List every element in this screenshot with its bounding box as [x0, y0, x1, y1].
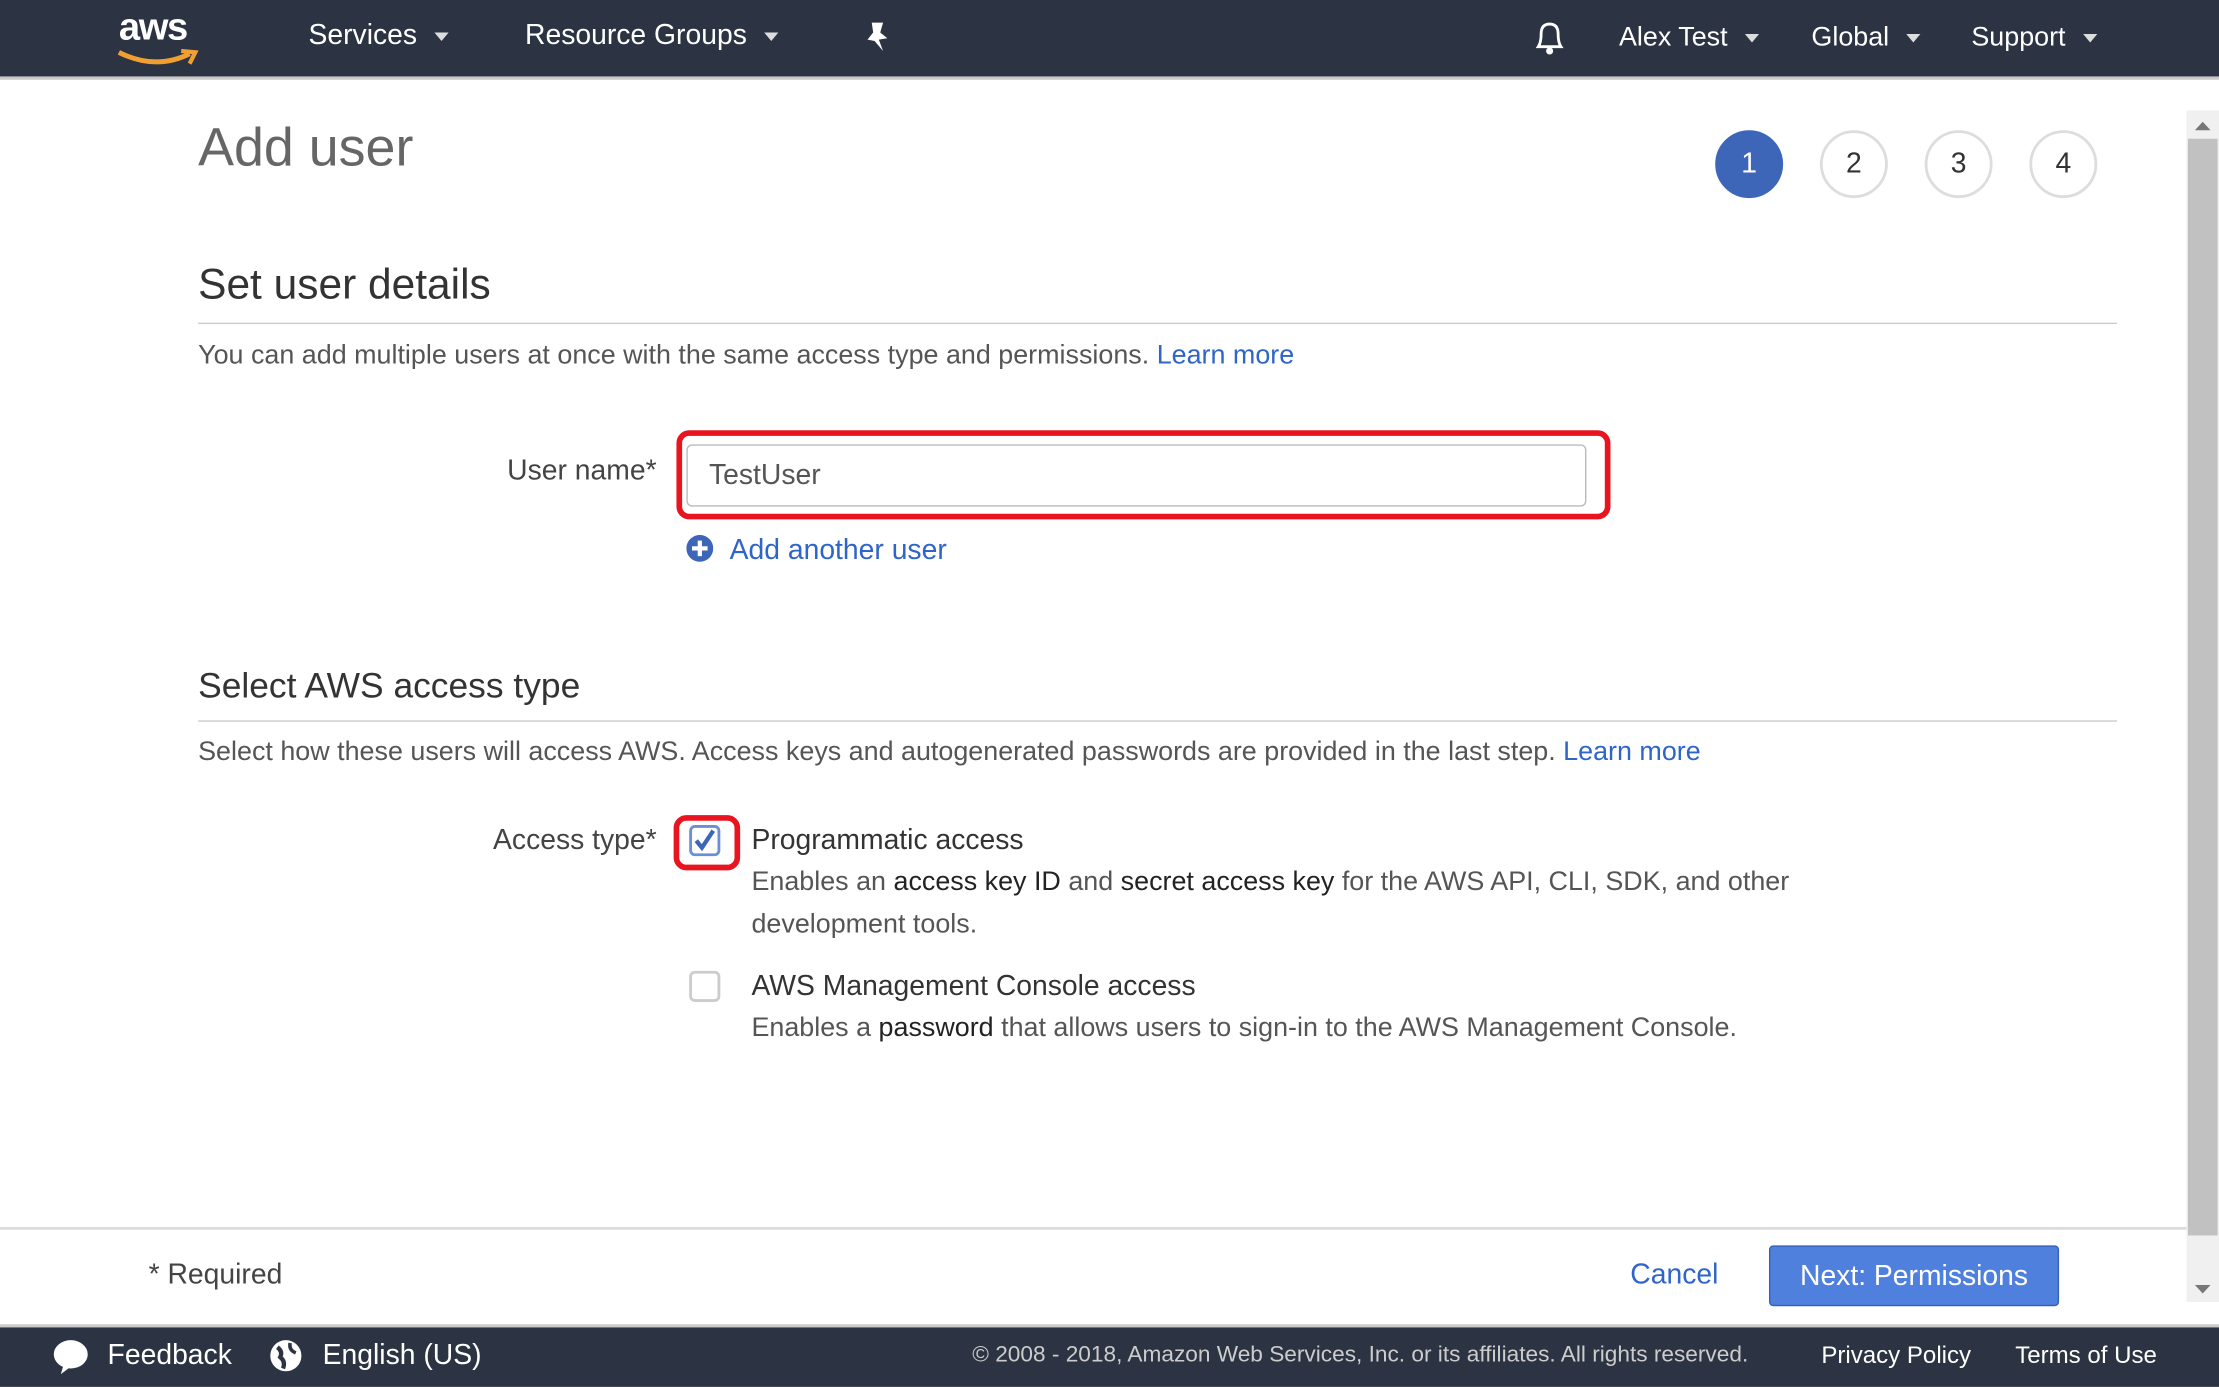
section-heading-details: Set user details — [198, 261, 491, 309]
scrollbar[interactable] — [2186, 110, 2219, 1302]
divider — [198, 720, 2118, 722]
account-label: Alex Test — [1618, 22, 1728, 53]
console-footer: Feedback English (US) © 2008 - 2018, Ama… — [0, 1324, 2219, 1387]
copyright: © 2008 - 2018, Amazon Web Services, Inc.… — [972, 1343, 1749, 1368]
services-menu[interactable]: Services — [309, 20, 449, 53]
console-access-description: Enables a password that allows users to … — [751, 1013, 1737, 1043]
add-another-label: Add another user — [729, 534, 947, 567]
divider — [198, 322, 2118, 325]
chevron-down-icon — [763, 32, 778, 41]
chevron-down-icon — [1906, 33, 1921, 43]
console-access-title: AWS Management Console access — [751, 970, 1196, 1002]
required-note: * Required — [148, 1259, 283, 1291]
scrollbar-thumb[interactable] — [2187, 138, 2218, 1236]
learn-more-link[interactable]: Learn more — [1563, 737, 1701, 767]
section-heading-access: Select AWS access type — [198, 666, 581, 707]
page-title: Add user — [198, 118, 414, 179]
resource-groups-menu[interactable]: Resource Groups — [525, 20, 778, 53]
step-4: 4 — [2029, 130, 2098, 199]
console-access-checkbox[interactable] — [689, 970, 721, 1002]
services-label: Services — [308, 19, 418, 51]
language-selector[interactable]: English (US) — [323, 1340, 482, 1373]
username-label: User name* — [507, 455, 657, 487]
scroll-up-icon[interactable] — [2186, 110, 2219, 138]
step-1: 1 — [1715, 130, 1784, 199]
description-text: You can add multiple users at once with … — [198, 341, 1150, 371]
smile-icon — [117, 48, 199, 65]
terms-of-use-link[interactable]: Terms of Use — [2015, 1342, 2157, 1370]
access-type-label: Access type* — [493, 825, 657, 857]
learn-more-link[interactable]: Learn more — [1157, 341, 1295, 371]
add-another-user-link[interactable]: Add another user — [686, 534, 947, 568]
cancel-button[interactable]: Cancel — [1630, 1260, 1718, 1293]
chevron-down-icon — [434, 32, 449, 41]
support-label: Support — [1971, 22, 2066, 53]
step-2: 2 — [1819, 130, 1888, 199]
privacy-policy-link[interactable]: Privacy Policy — [1821, 1342, 1971, 1370]
globe-icon — [270, 1340, 302, 1372]
chevron-down-icon — [1744, 33, 1759, 43]
description-text: Select how these users will access AWS. … — [198, 737, 1556, 768]
top-nav: aws Services Resource Groups Alex Test G… — [0, 0, 2219, 80]
programmatic-access-checkbox[interactable] — [689, 825, 721, 857]
resource-groups-label: Resource Groups — [525, 19, 747, 51]
bell-icon[interactable] — [1531, 18, 1568, 66]
support-menu[interactable]: Support — [1971, 22, 2097, 54]
region-label: Global — [1811, 22, 1890, 53]
aws-logo[interactable]: aws — [117, 5, 199, 65]
feedback-link[interactable]: Feedback — [108, 1340, 232, 1373]
step-3: 3 — [1924, 130, 1993, 199]
pin-icon[interactable] — [863, 20, 891, 62]
region-menu[interactable]: Global — [1811, 22, 1921, 54]
next-permissions-button[interactable]: Next: Permissions — [1768, 1245, 2060, 1307]
access-description: Select how these users will access AWS. … — [198, 737, 1701, 768]
programmatic-access-title: Programmatic access — [751, 825, 1024, 857]
programmatic-access-description: Enables an access key ID and secret acce… — [751, 867, 1790, 898]
details-description: You can add multiple users at once with … — [198, 341, 1294, 372]
checkmark-icon — [694, 829, 716, 852]
plus-circle-icon — [686, 534, 714, 562]
feedback-icon — [53, 1340, 88, 1375]
chevron-down-icon — [2082, 33, 2097, 43]
scroll-down-icon[interactable] — [2186, 1274, 2219, 1302]
logo-text: aws — [118, 5, 188, 49]
account-menu[interactable]: Alex Test — [1619, 23, 1759, 54]
programmatic-access-description-cont: development tools. — [751, 909, 978, 940]
username-input[interactable]: TestUser — [686, 444, 1587, 507]
